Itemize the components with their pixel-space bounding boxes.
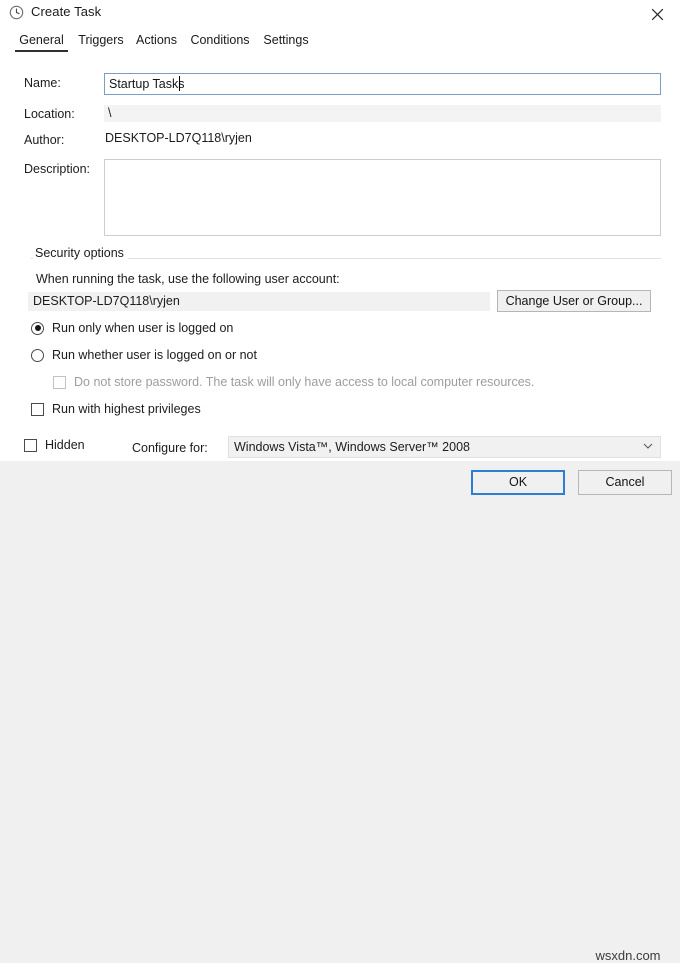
dialog-footer: OK Cancel wsxdn.com bbox=[0, 461, 680, 963]
checkbox-label: Do not store password. The task will onl… bbox=[74, 375, 535, 389]
configure-for-label: Configure for: bbox=[132, 441, 208, 455]
tab-conditions[interactable]: Conditions bbox=[185, 29, 255, 52]
location-value: \ bbox=[104, 105, 661, 122]
author-value: DESKTOP-LD7Q118\ryjen bbox=[105, 131, 252, 145]
security-group-title: Security options bbox=[33, 246, 128, 260]
radio-label: Run only when user is logged on bbox=[52, 321, 234, 335]
window-title: Create Task bbox=[31, 4, 102, 19]
radio-label: Run whether user is logged on or not bbox=[52, 348, 257, 362]
general-tab-panel: Name: Location: Author: Description: \ D… bbox=[0, 52, 680, 461]
user-account-label: When running the task, use the following… bbox=[36, 272, 340, 286]
checkbox-label: Hidden bbox=[45, 438, 85, 452]
radio-run-only-when-logged-on[interactable]: Run only when user is logged on bbox=[31, 321, 233, 335]
checkbox-icon-disabled bbox=[53, 375, 66, 389]
user-account-value: DESKTOP-LD7Q118\ryjen bbox=[28, 292, 490, 311]
tab-general[interactable]: General bbox=[15, 29, 68, 52]
description-input[interactable] bbox=[104, 159, 661, 236]
watermark: wsxdn.com bbox=[595, 948, 661, 963]
cancel-button[interactable]: Cancel bbox=[578, 470, 672, 495]
name-label: Name: bbox=[24, 76, 61, 90]
description-label: Description: bbox=[24, 162, 90, 176]
location-label: Location: bbox=[24, 107, 75, 121]
close-icon bbox=[651, 8, 664, 20]
checkbox-icon-unchecked bbox=[24, 438, 37, 452]
text-caret bbox=[179, 76, 180, 91]
author-label: Author: bbox=[24, 133, 65, 147]
tab-settings[interactable]: Settings bbox=[258, 29, 314, 52]
checkbox-label: Run with highest privileges bbox=[52, 402, 201, 416]
checkbox-icon-unchecked bbox=[31, 402, 44, 416]
title-bar-left: Create Task bbox=[9, 4, 101, 20]
ok-button[interactable]: OK bbox=[471, 470, 565, 495]
configure-for-select[interactable]: Windows Vista™, Windows Server™ 2008 bbox=[228, 436, 661, 458]
tab-actions[interactable]: Actions bbox=[131, 29, 182, 52]
radio-icon-selected bbox=[31, 321, 44, 335]
clock-icon bbox=[9, 5, 24, 19]
close-button[interactable] bbox=[635, 0, 680, 28]
chevron-down-icon bbox=[643, 443, 653, 449]
checkbox-hidden[interactable]: Hidden bbox=[24, 438, 85, 452]
title-bar: Create Task bbox=[0, 0, 680, 29]
change-user-or-group-button[interactable]: Change User or Group... bbox=[497, 290, 651, 312]
checkbox-do-not-store-password: Do not store password. The task will onl… bbox=[53, 375, 534, 389]
tab-triggers[interactable]: Triggers bbox=[74, 29, 128, 52]
name-input[interactable] bbox=[104, 73, 661, 95]
create-task-dialog: Create Task General Triggers Actions Con… bbox=[0, 0, 680, 963]
configure-for-value: Windows Vista™, Windows Server™ 2008 bbox=[234, 440, 470, 454]
checkbox-run-with-highest-privileges[interactable]: Run with highest privileges bbox=[31, 402, 201, 416]
radio-run-whether-logged-on-or-not[interactable]: Run whether user is logged on or not bbox=[31, 348, 257, 362]
tab-strip: General Triggers Actions Conditions Sett… bbox=[0, 29, 680, 52]
radio-icon-unselected bbox=[31, 348, 44, 362]
